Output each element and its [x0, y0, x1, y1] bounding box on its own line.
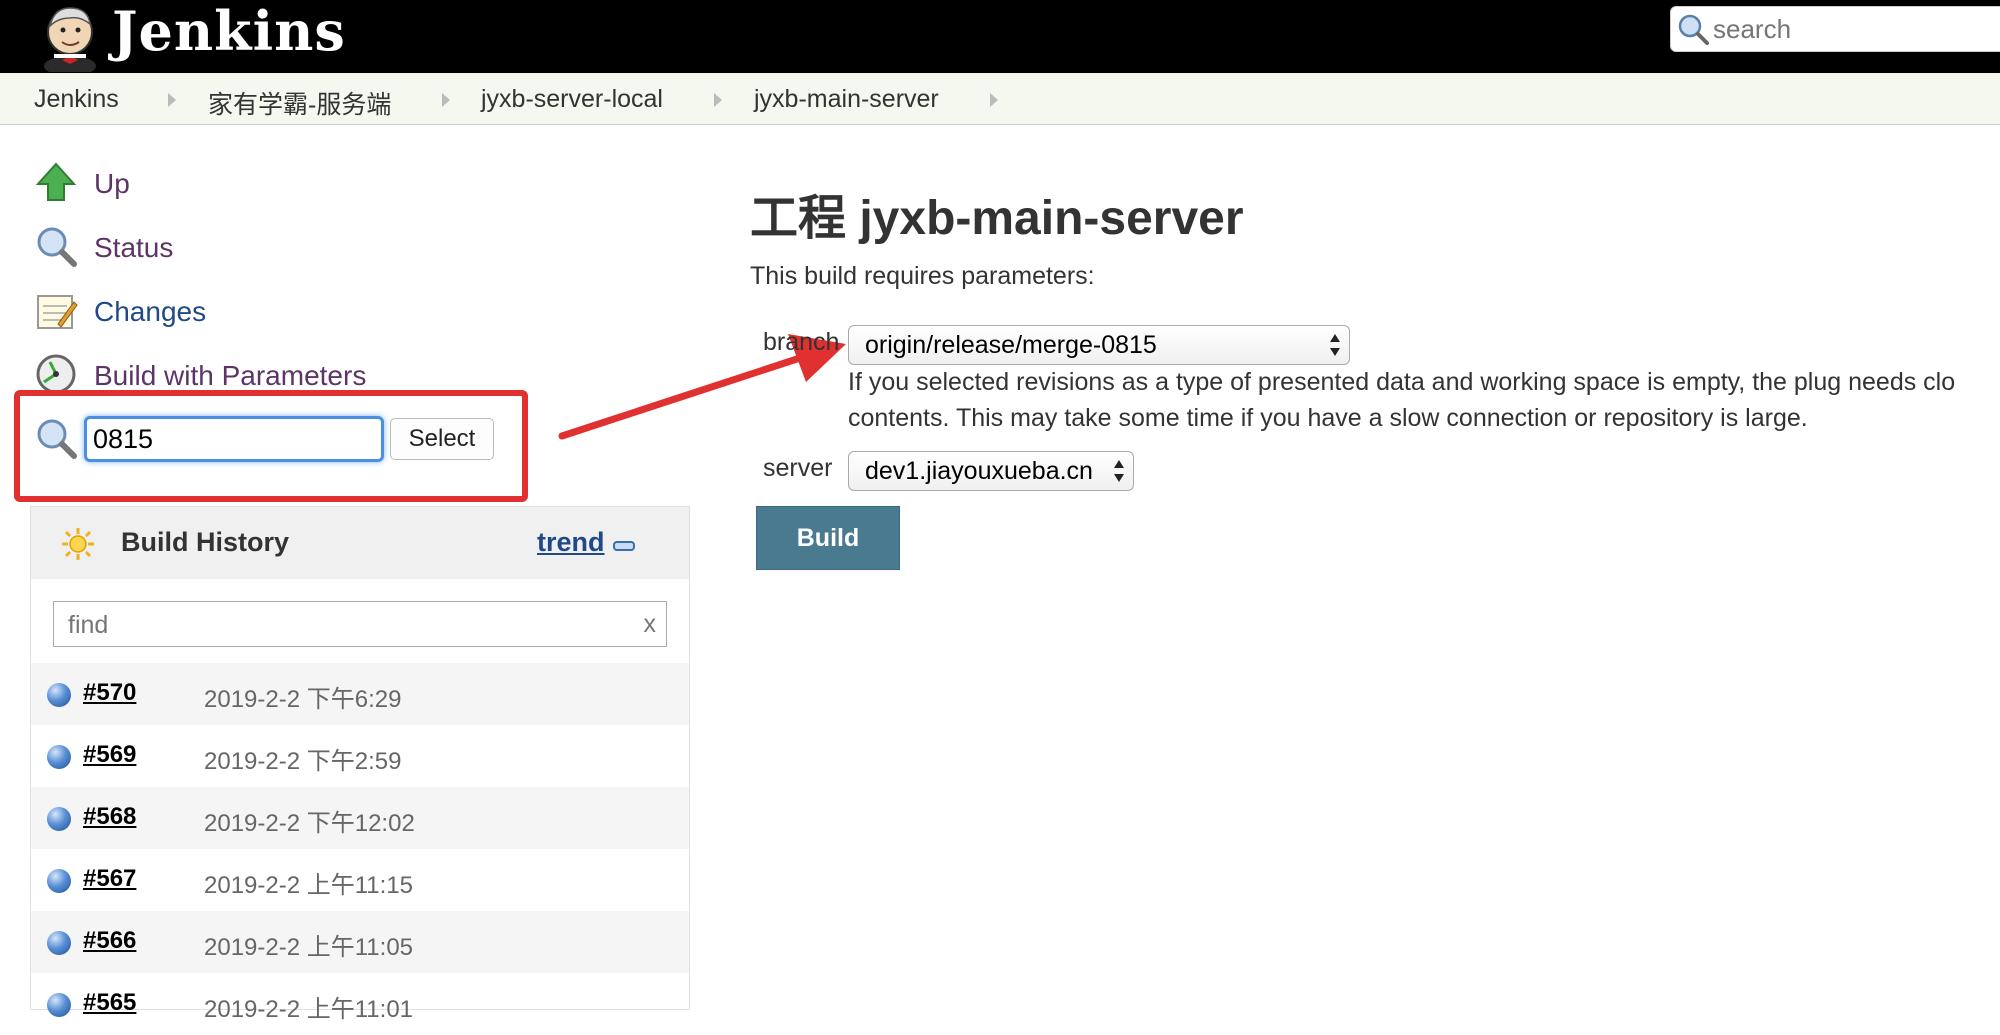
blue-ball-status-icon	[47, 745, 71, 769]
build-number-link[interactable]: #570	[83, 679, 136, 707]
build-date[interactable]: 2019-2-2 上午11:05	[204, 927, 413, 962]
build-number-link[interactable]: #568	[83, 803, 136, 831]
select-arrows-icon	[1329, 332, 1341, 358]
build-number-link[interactable]: #566	[83, 927, 136, 955]
build-row: #569 2019-2-2 下午2:59	[31, 725, 689, 787]
sun-icon	[61, 527, 95, 561]
notepad-icon	[34, 288, 78, 332]
breadcrumb: Jenkins 家有学霸-服务端 jyxb-server-local jyxb-…	[0, 73, 2000, 125]
branch-help-text: If you selected revisions as a type of p…	[848, 364, 1998, 436]
collapse-icon[interactable]	[613, 541, 635, 551]
build-number-link[interactable]: #567	[83, 865, 136, 893]
branch-help-line: contents. This may take some time if you…	[848, 404, 1808, 432]
breadcrumb-separator-icon	[714, 93, 722, 107]
build-date[interactable]: 2019-2-2 下午12:02	[204, 803, 415, 838]
breadcrumb-item-jenkins[interactable]: Jenkins	[34, 85, 119, 114]
build-date[interactable]: 2019-2-2 下午6:29	[204, 679, 401, 714]
clear-find-button[interactable]: x	[644, 610, 657, 639]
build-date[interactable]: 2019-2-2 上午11:01	[204, 989, 413, 1024]
search-input[interactable]	[1711, 13, 1995, 45]
find-box: x	[53, 601, 667, 647]
breadcrumb-item-folder[interactable]: 家有学霸-服务端	[208, 85, 391, 121]
magnifier-icon	[34, 224, 78, 268]
breadcrumb-separator-icon	[990, 93, 998, 107]
branch-label: branch	[763, 328, 840, 356]
magnifier-icon	[34, 416, 78, 460]
breadcrumb-separator-icon	[442, 93, 450, 107]
page-description: This build requires parameters:	[750, 262, 1095, 290]
task-label[interactable]: Status	[94, 232, 173, 264]
breadcrumb-item-subfolder[interactable]: jyxb-server-local	[481, 85, 663, 114]
breadcrumb-separator-icon	[168, 93, 176, 107]
build-row: #567 2019-2-2 上午11:15	[31, 849, 689, 911]
search-icon	[1677, 13, 1709, 45]
page-title: 工程 jyxb-main-server	[750, 192, 1244, 245]
task-label[interactable]: Changes	[94, 296, 206, 328]
build-history-header: Build History trend	[31, 507, 689, 579]
build-date[interactable]: 2019-2-2 下午2:59	[204, 741, 401, 776]
build-number-link[interactable]: #569	[83, 741, 136, 769]
server-select[interactable]: dev1.jiayouxueba.cn	[848, 451, 1134, 491]
build-date[interactable]: 2019-2-2 上午11:15	[204, 865, 413, 900]
top-header: Jenkins	[0, 0, 2000, 76]
search-box[interactable]	[1670, 6, 2000, 52]
trend-link[interactable]: trend	[537, 527, 605, 558]
jenkins-logo-icon[interactable]	[34, 2, 106, 76]
breadcrumb-item-job[interactable]: jyxb-main-server	[754, 85, 939, 114]
build-button[interactable]: Build	[756, 506, 900, 570]
branch-select[interactable]: origin/release/merge-0815	[848, 325, 1350, 365]
build-row: #570 2019-2-2 下午6:29	[31, 663, 689, 725]
build-history-title: Build History	[121, 527, 290, 557]
blue-ball-status-icon	[47, 683, 71, 707]
up-arrow-icon	[34, 160, 78, 204]
blue-ball-status-icon	[47, 807, 71, 831]
server-selected-value: dev1.jiayouxueba.cn	[865, 457, 1093, 485]
blue-ball-status-icon	[47, 869, 71, 893]
brand-title[interactable]: Jenkins	[112, 2, 346, 60]
blue-ball-status-icon	[47, 931, 71, 955]
branch-selected-value: origin/release/merge-0815	[865, 331, 1157, 359]
branch-help-line: If you selected revisions as a type of p…	[848, 368, 1956, 396]
blue-ball-status-icon	[47, 993, 71, 1017]
select-arrows-icon	[1113, 458, 1125, 484]
build-find-input[interactable]	[66, 608, 630, 642]
server-label: server	[763, 454, 833, 482]
build-row: #568 2019-2-2 下午12:02	[31, 787, 689, 849]
task-label[interactable]: Up	[94, 168, 130, 200]
build-row: #565 2019-2-2 上午11:01	[31, 973, 689, 1035]
build-history-panel: Build History trend x #570 2019-2-2 下午6:…	[30, 506, 690, 1023]
select-button[interactable]: Select	[390, 418, 494, 460]
build-number-link[interactable]: #565	[83, 989, 136, 1017]
branch-filter-input[interactable]	[84, 416, 384, 462]
build-row: #566 2019-2-2 上午11:05	[31, 911, 689, 973]
task-label[interactable]: Build with Parameters	[94, 360, 366, 392]
